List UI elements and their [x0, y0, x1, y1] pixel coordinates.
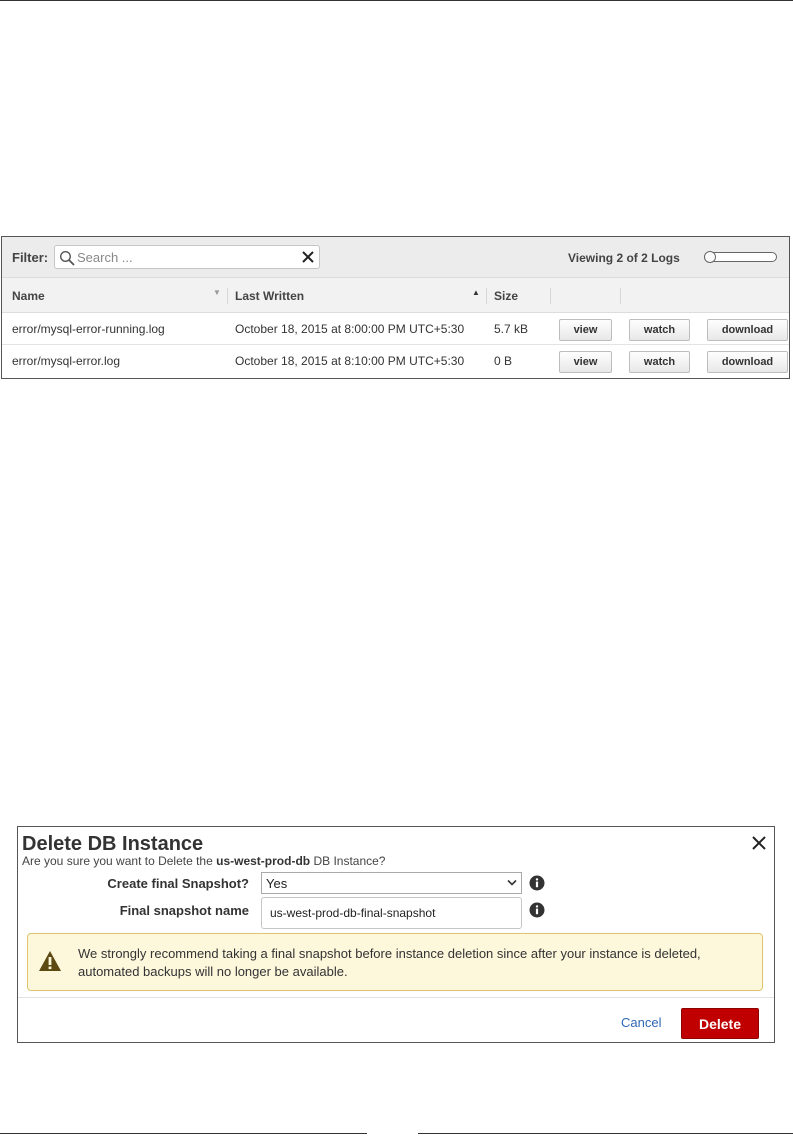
dialog-subtitle: Are you sure you want to Delete the us-w…	[22, 854, 385, 868]
warning-alert: We strongly recommend taking a final sna…	[27, 933, 763, 991]
view-button[interactable]: view	[559, 319, 612, 341]
search-box[interactable]	[54, 245, 320, 269]
log-name: error/mysql-error-running.log	[12, 322, 165, 336]
dialog-title: Delete DB Instance	[22, 833, 204, 855]
table-header: Name ▼ Last Written ▲ Size	[2, 277, 789, 313]
column-separator	[620, 288, 621, 304]
footer-rule	[0, 1133, 367, 1134]
cancel-button[interactable]: Cancel	[621, 1015, 661, 1030]
watch-button[interactable]: watch	[629, 319, 690, 341]
info-icon[interactable]	[529, 902, 545, 918]
chevron-down-icon	[507, 879, 517, 886]
search-icon	[59, 250, 75, 266]
watch-button[interactable]: watch	[629, 351, 690, 373]
clear-search-icon[interactable]	[301, 250, 315, 264]
download-button[interactable]: download	[707, 319, 788, 341]
subtitle-prefix: Are you sure you want to Delete the	[22, 854, 217, 868]
column-header-size[interactable]: Size	[494, 289, 518, 303]
column-separator	[227, 288, 228, 304]
column-header-name[interactable]: Name	[12, 289, 45, 303]
view-button[interactable]: view	[559, 351, 612, 373]
create-snapshot-value: Yes	[266, 876, 288, 891]
footer-rule	[418, 1133, 793, 1134]
subtitle-suffix: DB Instance?	[310, 854, 386, 868]
filter-bar: Filter: Viewing 2 of 2 Logs	[2, 237, 789, 277]
instance-name: us-west-prod-db	[216, 854, 311, 868]
sort-asc-icon[interactable]: ▲	[472, 288, 480, 297]
filter-label: Filter:	[12, 250, 49, 265]
warning-text: We strongly recommend taking a final sna…	[78, 946, 701, 979]
column-separator	[486, 288, 487, 304]
page-top-rule	[0, 0, 793, 1]
log-last-written: October 18, 2015 at 8:10:00 PM UTC+5:30	[235, 354, 465, 368]
info-icon[interactable]	[529, 875, 545, 891]
snapshot-name-input[interactable]	[261, 897, 522, 929]
column-separator	[550, 288, 551, 304]
delete-db-dialog: Delete DB Instance Are you sure you want…	[17, 826, 775, 1043]
dialog-divider	[18, 997, 774, 998]
download-button[interactable]: download	[707, 351, 788, 373]
column-header-last-written[interactable]: Last Written	[235, 289, 304, 303]
log-size: 5.7 kB	[494, 322, 529, 336]
close-icon[interactable]	[752, 836, 766, 850]
table-row: error/mysql-error-running.log October 18…	[2, 313, 789, 345]
delete-button[interactable]: Delete	[681, 1008, 759, 1039]
sort-desc-icon[interactable]: ▼	[213, 288, 221, 297]
warning-icon	[39, 951, 61, 971]
viewing-count: Viewing 2 of 2 Logs	[568, 251, 680, 265]
create-snapshot-select[interactable]: Yes	[261, 872, 522, 894]
table-row: error/mysql-error.log October 18, 2015 a…	[2, 345, 789, 377]
search-input[interactable]	[77, 248, 297, 266]
log-last-written: October 18, 2015 at 8:00:00 PM UTC+5:30	[235, 322, 465, 336]
pagination-slider[interactable]	[704, 251, 777, 263]
snapshot-name-label: Final snapshot name	[119, 903, 249, 918]
log-name: error/mysql-error.log	[12, 354, 121, 368]
log-size: 0 B	[494, 354, 513, 368]
pagination-slider-knob[interactable]	[704, 251, 716, 263]
create-snapshot-label: Create final Snapshot?	[107, 876, 249, 891]
logs-panel: Filter: Viewing 2 of 2 Logs Name ▼ Last …	[1, 236, 790, 379]
